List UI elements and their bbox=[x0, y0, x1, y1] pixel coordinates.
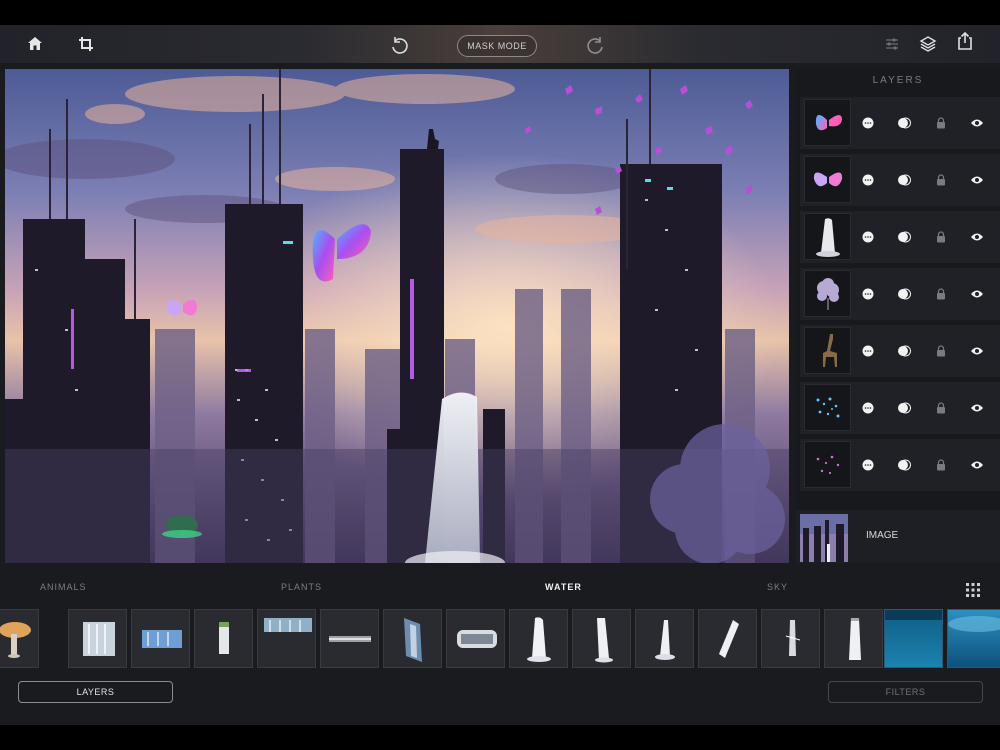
visibility-eye-icon[interactable] bbox=[970, 344, 984, 358]
lock-icon[interactable] bbox=[934, 344, 948, 358]
base-image-label: IMAGE bbox=[866, 530, 899, 541]
layer-row[interactable] bbox=[800, 154, 1000, 206]
lock-icon[interactable] bbox=[934, 230, 948, 244]
tab-water[interactable]: WATER bbox=[545, 582, 582, 592]
more-options-icon[interactable] bbox=[861, 173, 875, 187]
more-options-icon[interactable] bbox=[861, 344, 875, 358]
asset-tile[interactable] bbox=[131, 609, 190, 668]
mask-mode-button[interactable]: MASK MODE bbox=[457, 35, 537, 57]
tab-sky[interactable]: SKY bbox=[767, 582, 788, 592]
visibility-eye-icon[interactable] bbox=[970, 458, 984, 472]
blend-icon[interactable] bbox=[897, 458, 911, 472]
layer-thumbnail[interactable] bbox=[804, 384, 851, 431]
blend-icon[interactable] bbox=[897, 173, 911, 187]
more-options-icon[interactable] bbox=[861, 230, 875, 244]
visibility-eye-icon[interactable] bbox=[970, 287, 984, 301]
asset-tile[interactable] bbox=[446, 609, 505, 668]
asset-tile[interactable] bbox=[572, 609, 631, 668]
layer-thumbnail[interactable] bbox=[804, 270, 851, 317]
lock-icon[interactable] bbox=[934, 173, 948, 187]
layer-thumbnail[interactable] bbox=[804, 441, 851, 488]
undo-icon[interactable] bbox=[388, 35, 410, 57]
lock-icon[interactable] bbox=[934, 401, 948, 415]
more-options-icon[interactable] bbox=[861, 458, 875, 472]
layer-row[interactable] bbox=[800, 439, 1000, 491]
visibility-eye-icon[interactable] bbox=[970, 230, 984, 244]
visibility-eye-icon[interactable] bbox=[970, 401, 984, 415]
blend-icon[interactable] bbox=[897, 116, 911, 130]
layer-row[interactable] bbox=[800, 97, 1000, 149]
tab-plants[interactable]: PLANTS bbox=[281, 582, 322, 592]
bottom-bar: LAYERS FILTERS bbox=[0, 675, 1000, 725]
layer-thumbnail[interactable] bbox=[804, 156, 851, 203]
layer-thumbnail[interactable] bbox=[804, 213, 851, 260]
asset-category-tabs: ANIMALS PLANTS WATER SKY bbox=[0, 575, 1000, 601]
layers-panel: LAYERS IMAGE bbox=[796, 69, 1000, 563]
lock-icon[interactable] bbox=[934, 287, 948, 301]
layers-icon[interactable] bbox=[917, 33, 939, 55]
blend-icon[interactable] bbox=[897, 287, 911, 301]
redo-icon[interactable] bbox=[585, 35, 607, 57]
asset-tile[interactable] bbox=[383, 609, 442, 668]
layers-panel-title: LAYERS bbox=[872, 75, 924, 86]
layer-thumbnail[interactable] bbox=[804, 327, 851, 374]
layers-button[interactable]: LAYERS bbox=[18, 681, 173, 703]
blend-icon[interactable] bbox=[897, 344, 911, 358]
visibility-eye-icon[interactable] bbox=[970, 116, 984, 130]
layer-row[interactable] bbox=[800, 325, 1000, 377]
asset-tile[interactable] bbox=[698, 609, 757, 668]
asset-tile[interactable] bbox=[509, 609, 568, 668]
asset-tile[interactable] bbox=[824, 609, 883, 668]
crop-icon[interactable] bbox=[75, 33, 97, 55]
filters-button[interactable]: FILTERS bbox=[828, 681, 983, 703]
top-toolbar: MASK MODE bbox=[0, 25, 1000, 63]
asset-tile[interactable] bbox=[320, 609, 379, 668]
share-icon[interactable] bbox=[954, 30, 976, 52]
layer-thumbnail[interactable] bbox=[804, 99, 851, 146]
layer-row[interactable] bbox=[800, 382, 1000, 434]
layer-row[interactable] bbox=[800, 211, 1000, 263]
more-options-icon[interactable] bbox=[861, 287, 875, 301]
asset-tile[interactable] bbox=[635, 609, 694, 668]
asset-tile[interactable] bbox=[947, 609, 1000, 668]
composite-scene bbox=[5, 69, 789, 563]
lock-icon[interactable] bbox=[934, 458, 948, 472]
layer-row[interactable] bbox=[800, 268, 1000, 320]
asset-tile[interactable] bbox=[68, 609, 127, 668]
asset-tile[interactable] bbox=[0, 609, 39, 668]
base-image-layer[interactable]: IMAGE bbox=[796, 510, 1000, 563]
lock-icon[interactable] bbox=[934, 116, 948, 130]
sliders-icon[interactable] bbox=[881, 33, 903, 55]
asset-tile[interactable] bbox=[761, 609, 820, 668]
tab-animals[interactable]: ANIMALS bbox=[40, 582, 87, 592]
app-window: MASK MODE LAYERS IMAGE ANIMALS PLANTS WA… bbox=[0, 25, 1000, 725]
blend-icon[interactable] bbox=[897, 401, 911, 415]
more-options-icon[interactable] bbox=[861, 116, 875, 130]
base-image-thumbnail[interactable] bbox=[800, 514, 848, 562]
editing-canvas[interactable] bbox=[5, 69, 789, 563]
asset-strip bbox=[0, 609, 1000, 669]
asset-tile[interactable] bbox=[884, 609, 943, 668]
blend-icon[interactable] bbox=[897, 230, 911, 244]
more-options-icon[interactable] bbox=[861, 401, 875, 415]
home-icon[interactable] bbox=[24, 33, 46, 55]
grid-view-icon[interactable] bbox=[966, 583, 980, 597]
visibility-eye-icon[interactable] bbox=[970, 173, 984, 187]
asset-tile[interactable] bbox=[257, 609, 316, 668]
asset-tile[interactable] bbox=[194, 609, 253, 668]
